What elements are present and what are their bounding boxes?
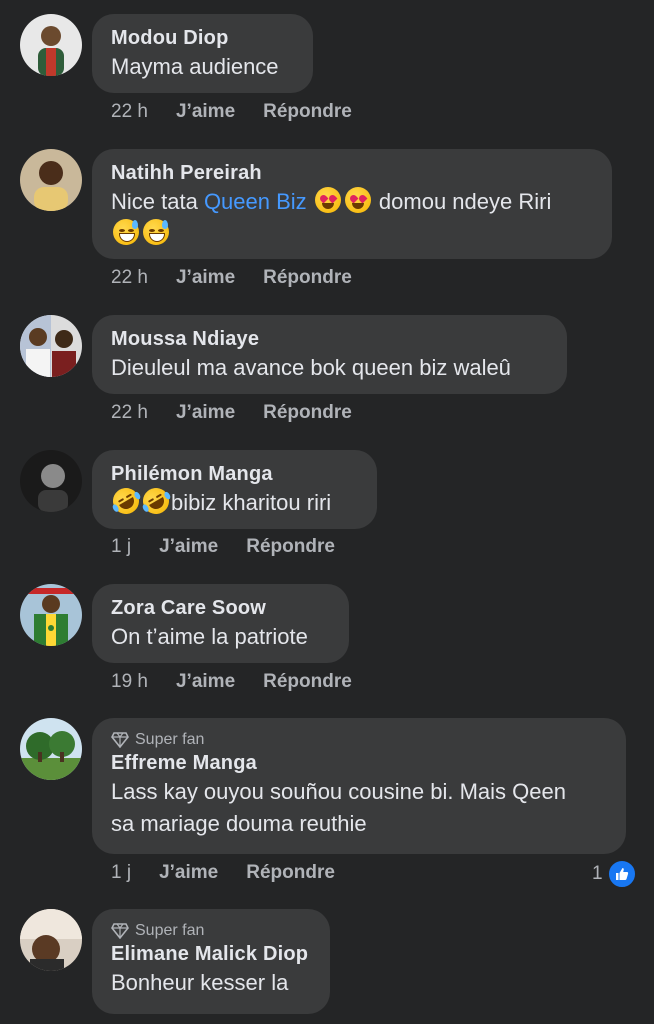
reply-button[interactable]: Répondre: [263, 101, 352, 123]
comment-text: On t’aime la patriote: [111, 624, 308, 649]
reply-button[interactable]: Répondre: [263, 402, 352, 424]
super-fan-badge[interactable]: Super fan: [111, 920, 311, 942]
comment-author[interactable]: Natihh Pereirah: [111, 161, 593, 186]
comment-bubble: Super fan Effreme Manga Lass kay ouyou s…: [92, 718, 626, 854]
comment-time[interactable]: 1 j: [111, 862, 131, 884]
comment-bubble: Philémon Manga bibiz kharitou riri: [92, 450, 377, 529]
comment-bubble: Super fan Elimane Malick Diop Bonheur ke…: [92, 909, 330, 1014]
comment-text: Mayma audience: [111, 54, 279, 79]
like-button[interactable]: J’aime: [176, 671, 235, 693]
mention-link[interactable]: Queen Biz: [204, 189, 307, 214]
comment-text: Dieuleul ma avance bok queen biz waleû: [111, 355, 511, 380]
comment-author[interactable]: Philémon Manga: [111, 462, 358, 487]
comment-actions: 1 j J’aime Répondre: [111, 534, 335, 560]
comment-text-part: bibiz kharitou riri: [171, 490, 332, 515]
comment-author[interactable]: Elimane Malick Diop: [111, 942, 311, 967]
badge-label: Super fan: [135, 731, 205, 748]
comment-text-part: Nice tata: [111, 189, 204, 214]
comment-actions: 22 h J’aime Répondre: [111, 99, 352, 125]
rofl-emoji-icon: [138, 483, 174, 519]
reply-button[interactable]: Répondre: [263, 267, 352, 289]
comment-text: Bonheur kesser la: [111, 970, 289, 995]
comment-time[interactable]: 22 h: [111, 101, 148, 123]
avatar[interactable]: [20, 14, 82, 76]
reply-button[interactable]: Répondre: [246, 536, 335, 558]
avatar[interactable]: [20, 315, 82, 377]
diamond-icon: [111, 923, 129, 939]
comment-text-part: domou ndeye Riri: [378, 189, 552, 214]
avatar[interactable]: [20, 450, 82, 512]
like-button[interactable]: J’aime: [176, 267, 235, 289]
comment-text-line: Lass kay ouyou souñou cousine bi. Mais Q…: [111, 779, 566, 804]
like-thumb-icon: [606, 859, 637, 889]
avatar[interactable]: [20, 718, 82, 780]
avatar[interactable]: [20, 909, 82, 971]
comment-time[interactable]: 22 h: [111, 267, 148, 289]
comment-author[interactable]: Modou Diop: [111, 26, 294, 51]
comment-actions: 22 h J’aime Répondre: [111, 265, 352, 291]
diamond-icon: [111, 732, 129, 748]
comment-actions: 1 j J’aime Répondre: [111, 860, 335, 886]
comment-text: bibiz kharitou riri: [108, 483, 358, 519]
heart-eyes-emoji-icon: [314, 187, 341, 213]
comment-bubble: Natihh Pereirah Nice tata Queen Biz domo…: [92, 149, 612, 259]
reply-button[interactable]: Répondre: [263, 671, 352, 693]
comment-text-line: sa mariage douma reuthie: [111, 811, 367, 836]
sweat-smile-emoji-icon: [113, 219, 139, 245]
like-button[interactable]: J’aime: [159, 536, 218, 558]
comment-actions: 19 h J’aime Répondre: [111, 669, 352, 695]
comment-text: Lass kay ouyou souñou cousine bi. Mais Q…: [111, 776, 607, 840]
comment-time[interactable]: 19 h: [111, 671, 148, 693]
badge-label: Super fan: [135, 922, 205, 939]
heart-eyes-emoji-icon: [344, 187, 371, 213]
sweat-smile-emoji-icon: [143, 219, 169, 245]
comment-author[interactable]: Moussa Ndiaye: [111, 327, 548, 352]
comment-bubble: Moussa Ndiaye Dieuleul ma avance bok que…: [92, 315, 567, 394]
rofl-emoji-icon: [108, 483, 144, 519]
like-button[interactable]: J’aime: [176, 402, 235, 424]
comment-actions: 22 h J’aime Répondre: [111, 400, 352, 426]
comment-author[interactable]: Zora Care Soow: [111, 596, 330, 621]
like-button[interactable]: J’aime: [159, 862, 218, 884]
reaction-summary[interactable]: 1: [592, 859, 637, 889]
comment-bubble: Modou Diop Mayma audience: [92, 14, 313, 93]
like-button[interactable]: J’aime: [176, 101, 235, 123]
comment-time[interactable]: 22 h: [111, 402, 148, 424]
comment-time[interactable]: 1 j: [111, 536, 131, 558]
comment-text: Nice tata Queen Biz domou ndeye Riri: [111, 186, 593, 250]
avatar[interactable]: [20, 149, 82, 211]
comment-bubble: Zora Care Soow On t’aime la patriote: [92, 584, 349, 663]
reply-button[interactable]: Répondre: [246, 862, 335, 884]
reaction-count: 1: [592, 863, 603, 884]
super-fan-badge[interactable]: Super fan: [111, 729, 607, 751]
comment-author[interactable]: Effreme Manga: [111, 751, 607, 776]
avatar[interactable]: [20, 584, 82, 646]
